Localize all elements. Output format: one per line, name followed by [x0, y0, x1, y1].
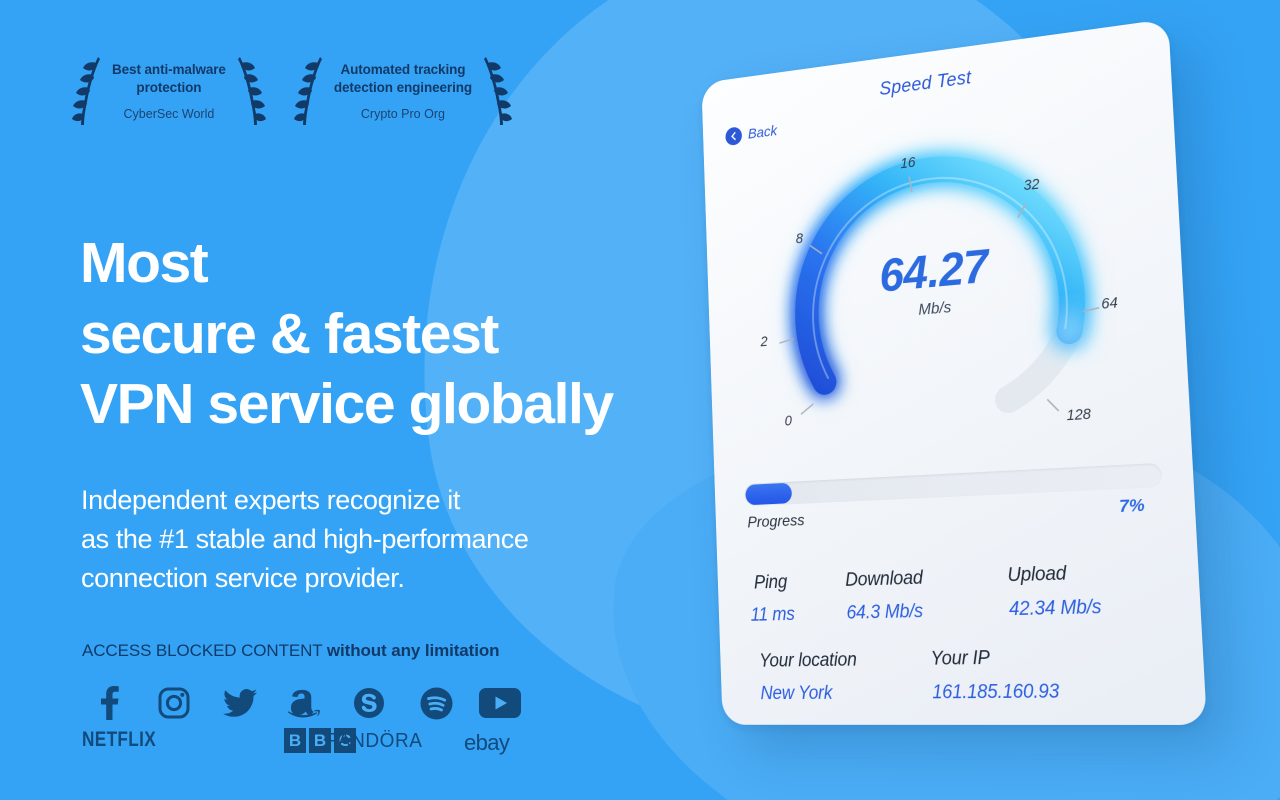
laurel-wreath-right-icon [237, 57, 266, 125]
landing-page: Best anti-malware protection CyberSec Wo… [0, 0, 1280, 800]
ebay-logo: ebay [464, 730, 510, 755]
laurel-wreath-left-icon [72, 57, 100, 125]
back-button[interactable]: Back [725, 122, 778, 147]
info-value: New York [760, 682, 833, 705]
youtube-icon [470, 688, 530, 718]
tagline-bold: without any limitation [326, 641, 500, 660]
instagram-icon [140, 687, 207, 719]
gauge-tick-16: 16 [900, 154, 916, 173]
info-value: 161.185.160.93 [931, 680, 1060, 704]
spotify-icon [402, 687, 470, 720]
info-row: Your location New York Your IP 161.185.1… [759, 645, 1178, 705]
info-ip: Your IP 161.185.160.93 [930, 645, 1163, 705]
supported-brands: NETFLIX B B C PANDÖRA ebay [78, 682, 530, 755]
stat-value: 11 ms [750, 604, 796, 626]
progress-section: Progress 7% [744, 462, 1165, 552]
subtitle: Independent experts recognize it as the … [81, 481, 529, 598]
netflix-logo: NETFLIX [82, 728, 157, 751]
info-label: Your IP [930, 647, 991, 670]
award-title: Automated tracking detection engineering [333, 62, 473, 95]
skype-icon [336, 687, 402, 719]
gauge-tick-8: 8 [795, 231, 804, 248]
awards-row: Best anti-malware protection CyberSec Wo… [72, 55, 513, 127]
subtitle-line-2: as the #1 stable and high-performance [81, 523, 529, 554]
stat-label: Download [844, 567, 924, 591]
stat-value: 64.3 Mb/s [846, 600, 924, 624]
award-text: Automated tracking detection engineering… [330, 61, 476, 121]
subtitle-line-3: connection service provider. [81, 562, 405, 593]
gauge-tick-128: 128 [1066, 406, 1092, 425]
stats-row: Ping 11 ms Download 64.3 Mb/s Upload 42.… [744, 560, 1174, 627]
progress-label: Progress [747, 512, 805, 532]
chevron-left-icon [725, 126, 743, 147]
stat-download: Download 64.3 Mb/s [845, 565, 1010, 625]
award-text: Best anti-malware protection CyberSec Wo… [108, 61, 230, 121]
speed-test-card: Speed Test Back 64.27 Mb/s 0 2 8 16 32 6… [701, 18, 1207, 725]
page-title: Most secure & fastest VPN service global… [80, 228, 614, 440]
stat-label: Ping [753, 571, 788, 594]
speed-gauge: 64.27 Mb/s 0 2 8 16 32 64 128 [750, 105, 1135, 464]
bbc-letter: B [284, 728, 306, 753]
info-label: Your location [758, 649, 858, 672]
headline-line-1: Most [80, 231, 209, 295]
award-badge: Automated tracking detection engineering… [293, 55, 513, 127]
back-label: Back [747, 122, 778, 143]
info-location: Your location New York [759, 648, 933, 705]
stat-value: 42.34 Mb/s [1008, 596, 1102, 621]
stat-label: Upload [1006, 562, 1067, 587]
award-org: Crypto Pro Org [360, 106, 445, 121]
progress-bar[interactable] [744, 462, 1163, 507]
laurel-wreath-right-icon [484, 57, 513, 125]
headline-line-3: VPN service globally [80, 372, 614, 437]
gauge-tick-32: 32 [1023, 176, 1040, 195]
gauge-tick-2: 2 [760, 334, 768, 351]
tagline: ACCESS BLOCKED CONTENT without any limit… [82, 641, 500, 661]
brand-icon-row [78, 682, 530, 724]
award-title: Best anti-malware protection [112, 62, 226, 95]
progress-percent: 7% [1118, 495, 1146, 517]
award-badge: Best anti-malware protection CyberSec Wo… [72, 55, 266, 127]
gauge-tick-64: 64 [1100, 295, 1119, 313]
laurel-wreath-left-icon [293, 57, 322, 125]
stat-upload: Upload 42.34 Mb/s [1007, 560, 1174, 622]
twitter-icon [207, 689, 272, 717]
gauge-tick-0: 0 [784, 413, 793, 430]
progress-fill [745, 482, 793, 506]
facebook-icon [78, 686, 140, 720]
award-org: CyberSec World [123, 106, 215, 121]
speed-test-card-wrapper: Speed Test Back 64.27 Mb/s 0 2 8 16 32 6… [648, 0, 1280, 800]
headline-line-2: secure & fastest [80, 301, 499, 366]
pandora-logo: PANDÖRA [326, 730, 423, 752]
tagline-normal: ACCESS BLOCKED CONTENT [82, 641, 327, 660]
amazon-icon [272, 688, 336, 718]
stat-ping: Ping 11 ms [744, 570, 847, 627]
subtitle-line-1: Independent experts recognize it [81, 485, 460, 515]
